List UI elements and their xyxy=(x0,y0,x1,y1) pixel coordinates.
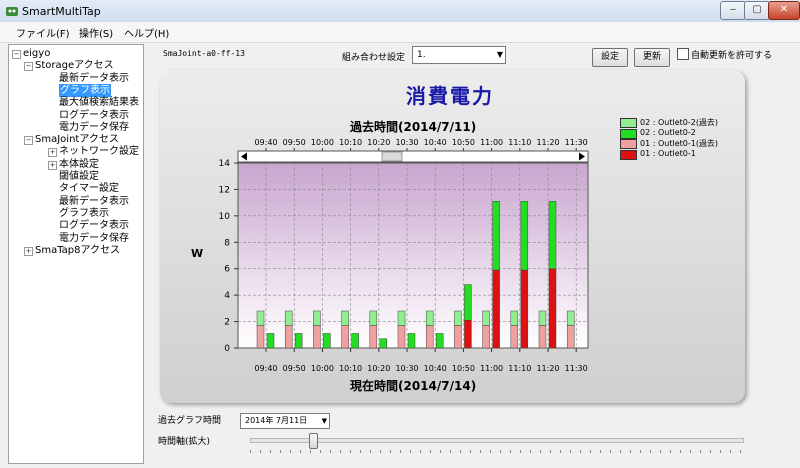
bar-outlet0-1-past xyxy=(341,325,349,349)
bar-outlet0-2 xyxy=(379,338,388,349)
zoom-slider-ticks xyxy=(250,450,742,453)
past-graph-label: 過去グラフ時間 xyxy=(158,416,222,426)
legend-label: 02 : Outlet0-2 xyxy=(640,127,696,137)
legend-swatch xyxy=(620,128,637,139)
top-x-tick-label: 10:50 xyxy=(452,138,475,147)
bar-outlet0-2-past xyxy=(341,310,349,326)
top-x-tick-label: 11:10 xyxy=(508,138,531,147)
bar-outlet0-2-past xyxy=(510,310,519,326)
top-x-tick-label: 09:40 xyxy=(254,138,277,147)
bar-outlet0-2 xyxy=(323,333,331,349)
bar-outlet0-1-past xyxy=(397,325,406,349)
y-tick-label: 6 xyxy=(224,265,230,275)
bar-outlet0-2-past xyxy=(256,310,265,326)
bar-outlet0-2-past xyxy=(397,310,406,326)
bar-outlet0-1 xyxy=(492,269,500,349)
bar-outlet0-2 xyxy=(464,284,472,321)
top-x-tick-label: 10:40 xyxy=(424,138,447,147)
bar-outlet0-2 xyxy=(351,333,359,349)
legend-item: 02 : Outlet0-2(過去) xyxy=(620,118,750,128)
x-tick-label: 11:00 xyxy=(480,364,503,373)
bar-outlet0-2-past xyxy=(313,310,321,326)
top-x-tick-label: 09:50 xyxy=(283,138,306,147)
y-tick-label: 0 xyxy=(224,344,230,354)
top-x-tick-label: 11:30 xyxy=(565,138,588,147)
top-x-tick-label: 10:30 xyxy=(395,138,418,147)
x-tick-label: 11:10 xyxy=(508,364,531,373)
bar-outlet0-1-past xyxy=(566,325,575,349)
bar-outlet0-2 xyxy=(294,333,303,349)
bar-outlet0-1 xyxy=(464,320,472,349)
bar-outlet0-2-past xyxy=(538,310,547,326)
legend-swatch xyxy=(620,139,637,149)
legend-item: 01 : Outlet0-1 xyxy=(620,148,750,160)
bar-outlet0-2 xyxy=(492,201,500,271)
bar-outlet0-2 xyxy=(407,333,416,349)
bar-outlet0-2-past xyxy=(566,310,575,326)
scrollbar-thumb xyxy=(381,151,403,162)
bar-outlet0-2-past xyxy=(482,310,490,326)
bar-outlet0-1-past xyxy=(482,325,490,349)
y-tick-label: 8 xyxy=(224,238,230,248)
bar-outlet0-2 xyxy=(548,201,557,269)
zoom-slider-track[interactable] xyxy=(250,438,744,443)
x-tick-label: 10:30 xyxy=(395,364,418,373)
x-tick-label: 09:50 xyxy=(283,364,306,373)
x-tick-label: 11:30 xyxy=(565,364,588,373)
y-tick-label: 10 xyxy=(219,212,231,222)
bar-outlet0-1 xyxy=(520,269,529,349)
power-chart: 0 2 4 6 8 10 12 14 09:40 09:40 09:50 09:50 10:00 10:0… xyxy=(219,138,589,373)
top-x-tick-label: 11:00 xyxy=(480,138,503,147)
bar-outlet0-1-past xyxy=(369,325,378,349)
bar-outlet0-2-past xyxy=(369,310,378,326)
date-value: 2014年 7月11日 xyxy=(245,416,308,425)
x-tick-label: 09:40 xyxy=(254,364,277,373)
y-tick-label: 2 xyxy=(224,318,230,328)
top-x-tick-label: 11:20 xyxy=(536,138,559,147)
x-tick-label: 10:20 xyxy=(367,364,390,373)
bar-outlet0-1-past xyxy=(313,325,321,349)
legend-label: 01 : Outlet0-1 xyxy=(640,148,696,158)
legend-label: 02 : Outlet0-2(過去) xyxy=(640,118,719,127)
chevron-down-icon: ▼ xyxy=(321,417,327,425)
bar-outlet0-2-past xyxy=(454,310,462,326)
bar-outlet0-1-past xyxy=(454,325,462,349)
bar-outlet0-1-past xyxy=(510,325,519,349)
time-scrollbar xyxy=(237,150,589,163)
legend-swatch xyxy=(620,149,637,160)
x-tick-label: 10:10 xyxy=(339,364,362,373)
legend-swatch xyxy=(620,118,637,128)
bar-outlet0-2-past xyxy=(425,310,434,326)
bar-outlet0-2 xyxy=(266,333,275,349)
legend-item: 01 : Outlet0-1(過去) xyxy=(620,139,750,149)
bar-outlet0-2-past xyxy=(284,310,293,326)
legend-item: 02 : Outlet0-2 xyxy=(620,127,750,139)
bar-outlet0-1-past xyxy=(425,325,434,349)
bar-outlet0-1-past xyxy=(538,325,547,349)
bar-outlet0-1 xyxy=(548,268,557,349)
x-tick-label: 10:00 xyxy=(311,364,334,373)
bar-outlet0-2 xyxy=(435,333,444,349)
bar-outlet0-2 xyxy=(520,201,529,271)
y-tick-label: 4 xyxy=(224,291,230,301)
zoom-slider-thumb[interactable] xyxy=(309,433,319,449)
date-select[interactable]: 2014年 7月11日 ▼ xyxy=(240,413,330,429)
top-x-tick-label: 10:20 xyxy=(367,138,390,147)
legend-label: 01 : Outlet0-1(過去) xyxy=(640,139,719,148)
x-tick-label: 11:20 xyxy=(536,364,559,373)
x-tick-label: 10:50 xyxy=(452,364,475,373)
bar-outlet0-1-past xyxy=(256,325,265,349)
top-x-tick-label: 10:10 xyxy=(339,138,362,147)
y-tick-label: 12 xyxy=(219,185,230,195)
x-tick-label: 10:40 xyxy=(424,364,447,373)
y-tick-label: 14 xyxy=(219,159,231,169)
bar-outlet0-1-past xyxy=(284,325,293,349)
top-x-tick-label: 10:00 xyxy=(311,138,334,147)
zoom-label: 時間軸(拡大) xyxy=(158,437,211,447)
